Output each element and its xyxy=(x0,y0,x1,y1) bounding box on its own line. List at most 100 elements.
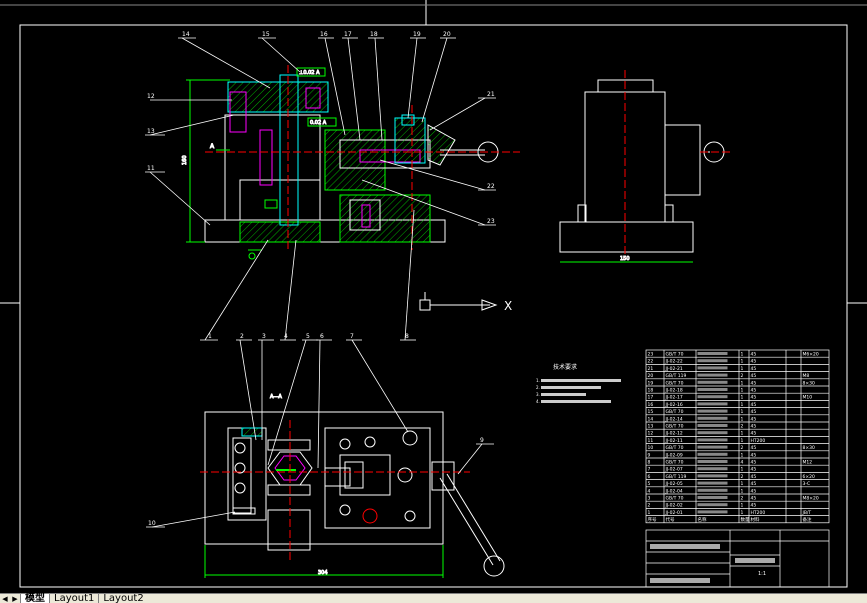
bom-cell: GB/T 119 xyxy=(666,373,687,379)
bom-cell: 45 xyxy=(751,481,757,487)
bom-cell: 45 xyxy=(751,402,757,408)
title-block: 1:1 xyxy=(645,529,830,588)
callout-18: 18 xyxy=(370,31,378,38)
bom-cell: GB/T 70 xyxy=(666,352,684,358)
bom-cell: 1 xyxy=(741,438,744,444)
bom-cell: 3 xyxy=(648,496,651,502)
bom-cell: JB/T xyxy=(802,510,812,516)
bom-cell: 45 xyxy=(751,380,757,386)
tab-model[interactable]: 模型 xyxy=(20,594,49,603)
bom-cell: 1 xyxy=(741,380,744,386)
bom-cell: M8×20 xyxy=(803,496,819,502)
bom-cell: 45 xyxy=(751,452,757,458)
layout-tab-bar: ◀ ▶ 模型 Layout1 Layout2 xyxy=(0,593,867,603)
bom-cell: 4 xyxy=(741,460,744,466)
bom-cell: M12 xyxy=(803,460,813,466)
bom-header-cell: 备注 xyxy=(803,516,812,523)
bom-cell: JJ-02-01 xyxy=(665,510,683,516)
bom-cell: 45 xyxy=(751,388,757,394)
callout-7: 7 xyxy=(350,333,354,340)
bom-cell: 1 xyxy=(648,510,651,516)
callout-11: 11 xyxy=(147,165,155,172)
front-view: 160 ⊥0.02 A 0.02 A A xyxy=(182,65,520,260)
bom-header-cell: 序号 xyxy=(648,516,657,523)
callout-15: 15 xyxy=(262,31,270,38)
bom-cell: 3-C xyxy=(803,481,811,487)
bom-cell: 16 xyxy=(648,402,654,408)
callout-5: 5 xyxy=(306,333,310,340)
callout-13: 13 xyxy=(147,128,155,135)
bom-cell: 1 xyxy=(741,395,744,401)
bom-cell: 6 xyxy=(648,474,651,480)
bom-cell: 18 xyxy=(648,388,654,394)
tab-first-icon[interactable]: ◀ xyxy=(0,594,10,603)
tab-layout2[interactable]: Layout2 xyxy=(98,594,147,603)
bom-cell: JJ-02-09 xyxy=(665,452,683,458)
bom-cell: GB/T 70 xyxy=(666,380,684,386)
bom-cell: 45 xyxy=(751,409,757,415)
cad-canvas[interactable]: 160 ⊥0.02 A 0.02 A A 14 15 16 17 18 19 2… xyxy=(0,0,867,603)
dim-height: 160 xyxy=(182,155,188,165)
bom-cell: 2 xyxy=(741,424,744,430)
bom-cell: 45 xyxy=(751,503,757,509)
bom-cell: 45 xyxy=(751,352,757,358)
bom-cell: 45 xyxy=(751,416,757,422)
callout-1: 1 xyxy=(208,333,212,340)
bom-cell: 6×20 xyxy=(803,474,815,480)
bom-cell: 2 xyxy=(741,445,744,451)
bom-cell: 45 xyxy=(751,467,757,473)
ucs-icon: X xyxy=(419,292,512,313)
bom-cell: JJ-02-18 xyxy=(665,388,683,394)
drawing-viewport[interactable]: 160 ⊥0.02 A 0.02 A A 14 15 16 17 18 19 2… xyxy=(0,0,867,603)
callout-9: 9 xyxy=(480,437,484,444)
bom-cell: 11 xyxy=(648,438,654,444)
svg-text:1.: 1. xyxy=(536,378,540,383)
callout-12: 12 xyxy=(147,93,155,100)
bom-cell: 1 xyxy=(741,402,744,408)
bom-cell: JJ-02-21 xyxy=(665,366,683,372)
bom-cell: 1 xyxy=(741,388,744,394)
bom-cell: 1 xyxy=(741,488,744,494)
bom-cell: 19 xyxy=(648,380,654,386)
bom-cell: JJ-02-05 xyxy=(665,481,683,487)
bom-cell: 17 xyxy=(648,395,654,401)
bom-cell: 8×30 xyxy=(803,380,815,386)
bom-cell: GB/T 70 xyxy=(666,496,684,502)
bom-cell: 45 xyxy=(751,496,757,502)
bom-cell: 45 xyxy=(751,366,757,372)
callout-2: 2 xyxy=(240,333,244,340)
tab-next-icon[interactable]: ▶ xyxy=(10,594,20,603)
scale-value: 1:1 xyxy=(758,571,766,577)
callout-3: 3 xyxy=(262,333,266,340)
bom-cell: GB/T 70 xyxy=(666,460,684,466)
tab-layout1[interactable]: Layout1 xyxy=(49,594,98,603)
ucs-x-label: X xyxy=(504,299,512,313)
bom-cell: 1 xyxy=(741,352,744,358)
bom-cell: 45 xyxy=(751,445,757,451)
svg-text:2.: 2. xyxy=(536,385,540,390)
dim-side-width: 150 xyxy=(620,256,630,262)
tech-req-title: 技术要求 xyxy=(553,363,577,371)
bom-header-cell: 数量 xyxy=(741,516,750,523)
callout-10: 10 xyxy=(148,520,156,527)
callout-23: 23 xyxy=(487,218,495,225)
bom-cell: 1 xyxy=(741,359,744,365)
bom-cell: GB/T 70 xyxy=(666,409,684,415)
bom-cell: HT200 xyxy=(751,438,766,444)
view-arrow-label: A xyxy=(210,143,215,150)
bom-cell: 2 xyxy=(648,503,651,509)
bom-cell: 9 xyxy=(648,452,651,458)
bom-cell: 1 xyxy=(741,416,744,422)
bom-cell: 45 xyxy=(751,488,757,494)
bom-cell: 12 xyxy=(648,431,654,437)
bom-cell: M6×20 xyxy=(803,352,819,358)
bom-cell: 45 xyxy=(751,460,757,466)
bom-cell: JJ-02-17 xyxy=(665,395,683,401)
bom-cell: 45 xyxy=(751,395,757,401)
section-label: A—A xyxy=(270,394,282,400)
bom-cell: 45 xyxy=(751,431,757,437)
bom-table: 23 GB/T 70 1 45 M6×2022 JJ-02-22 1 4521 JJ-02-21… xyxy=(645,349,830,524)
callout-4: 4 xyxy=(284,333,288,340)
bom-cell: GB/T 70 xyxy=(666,424,684,430)
bom-cell: 7 xyxy=(648,467,651,473)
